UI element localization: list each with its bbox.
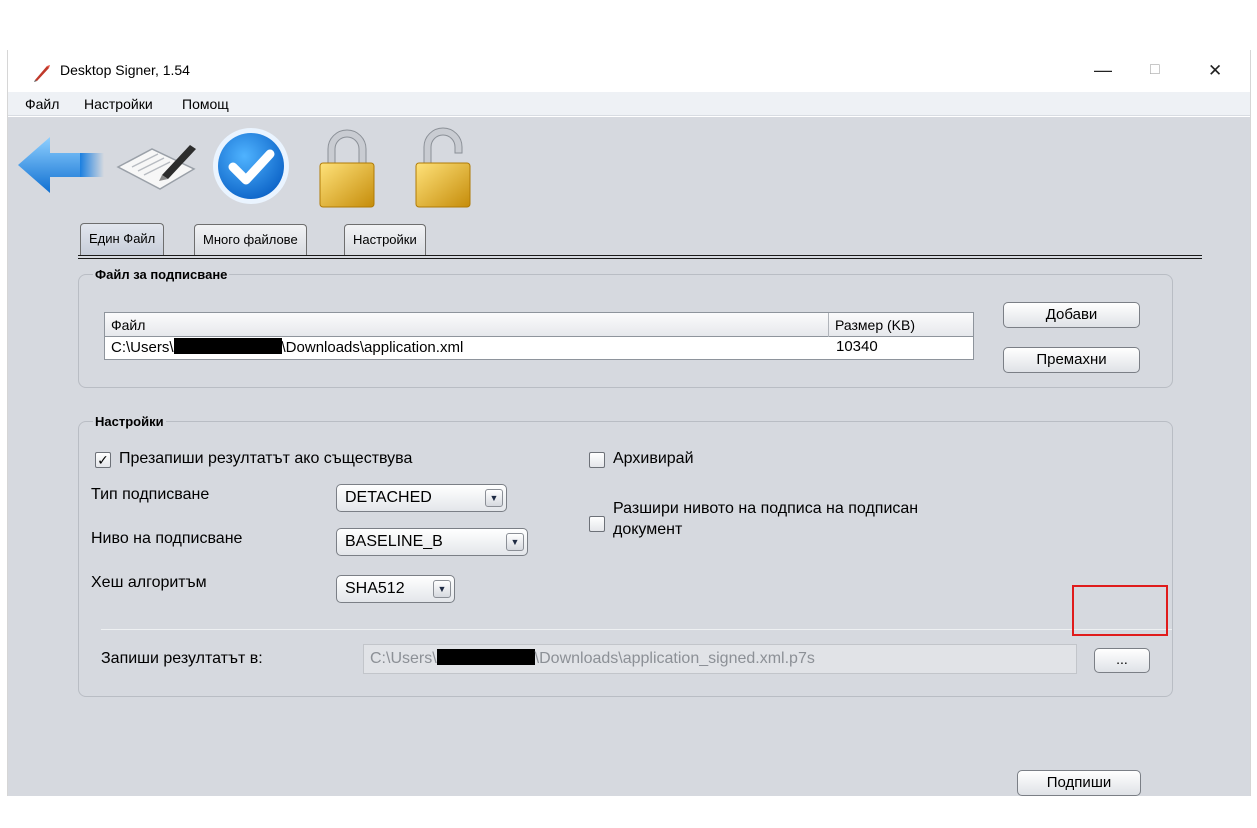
overwrite-checkbox[interactable]: ✓ [95,452,111,468]
redacted-username [436,649,535,665]
back-button[interactable] [16,123,106,213]
add-file-button[interactable]: Добави [1003,302,1140,328]
browse-output-button[interactable]: ... [1094,648,1150,673]
sign-submit-button[interactable]: Подпиши [1017,770,1141,796]
archive-checkbox[interactable] [589,452,605,468]
tab-settings[interactable]: Настройки [344,224,426,255]
decrypt-button[interactable] [400,123,490,213]
table-row[interactable]: C:\Users\ \Downloads\application.xml 1034… [105,337,973,359]
file-size-cell: 10340 [836,338,878,355]
column-header-size[interactable]: Размер (KB) [835,317,915,333]
output-path-field[interactable]: C:\Users\ \Downloads\application_signed.x… [363,644,1077,674]
file-path-cell: C:\Users\ \Downloads\application.xml [111,338,463,356]
window-title: Desktop Signer, 1.54 [60,62,190,78]
signing-type-label: Тип подписване [91,486,210,503]
close-button[interactable]: ✕ [1194,58,1238,86]
extend-signature-label-line1[interactable]: Разшири нивото на подписа на подписан [613,500,918,518]
encrypt-button[interactable] [304,123,394,213]
hash-algorithm-select[interactable]: SHA512 ▼ [336,575,455,603]
file-path-prefix: C:\Users\ [111,339,174,356]
signing-type-select[interactable]: DETACHED ▼ [336,484,507,512]
file-group-title: Файл за подписване [93,267,230,282]
tab-strip-underline [78,255,1202,259]
signing-level-label: Ниво на подписване [91,530,243,547]
menu-bar: Файл Настройки Помощ [8,92,1250,116]
highlight-box [1072,585,1168,636]
minimize-icon: — [1094,60,1112,80]
sign-button[interactable] [112,123,202,213]
verify-button[interactable] [208,123,298,213]
column-divider[interactable] [828,313,829,337]
unlock-icon [415,127,471,208]
signing-type-value: DETACHED [345,489,432,506]
table-header: Файл Размер (KB) [105,313,973,337]
tab-multiple-files[interactable]: Много файлове [194,224,307,255]
archive-label[interactable]: Архивирай [613,450,694,468]
app-window: Desktop Signer, 1.54 — □ ✕ Файл Настройк… [7,50,1251,796]
settings-group-title: Настройки [93,414,166,429]
file-group: Файл за подписване Файл Размер (KB) C:\U… [78,267,1173,388]
file-table: Файл Размер (KB) C:\Users\ \Downloads\app… [104,312,974,360]
redacted-username [173,338,282,354]
divider [101,629,1172,630]
minimize-button[interactable]: — [1080,58,1124,86]
menu-settings[interactable]: Настройки [84,96,153,112]
maximize-icon: □ [1150,61,1160,78]
overwrite-label[interactable]: Презапиши резултатът ако съществува [119,450,412,468]
hash-algorithm-value: SHA512 [345,580,405,597]
chevron-down-icon: ▼ [506,533,524,551]
menu-help[interactable]: Помощ [182,96,229,112]
remove-file-button[interactable]: Премахни [1003,347,1140,373]
toolbar [8,117,1250,215]
chevron-down-icon: ▼ [485,489,503,507]
main-content: Един Файл Много файлове Настройки Файл з… [8,117,1250,796]
tab-single-file[interactable]: Един Файл [80,223,165,256]
extend-signature-label-line2[interactable]: документ [613,521,682,539]
column-header-file[interactable]: Файл [111,317,145,333]
file-path-suffix: \Downloads\application.xml [281,339,464,356]
extend-signature-checkbox[interactable] [589,516,605,532]
sign-document-icon [116,145,196,190]
output-path-prefix: C:\Users\ [370,650,437,667]
hash-algorithm-label: Хеш алгоритъм [91,574,207,591]
signing-level-select[interactable]: BASELINE_B ▼ [336,528,528,556]
output-path-suffix: \Downloads\application_signed.xml.p7s [534,650,815,667]
verify-check-icon [213,128,289,204]
close-icon: ✕ [1208,61,1223,80]
output-path-label: Запиши резултатът в: [101,650,263,667]
signing-level-value: BASELINE_B [345,533,443,550]
menu-file[interactable]: Файл [25,96,59,112]
lock-icon [319,129,375,208]
maximize-button[interactable]: □ [1136,58,1180,86]
quill-pen-icon [34,65,50,82]
back-arrow-icon [18,137,104,193]
chevron-down-icon: ▼ [433,580,451,598]
title-bar: Desktop Signer, 1.54 — □ ✕ [8,50,1250,92]
settings-group: Настройки ✓ Презапиши резултатът ако същ… [78,414,1173,697]
